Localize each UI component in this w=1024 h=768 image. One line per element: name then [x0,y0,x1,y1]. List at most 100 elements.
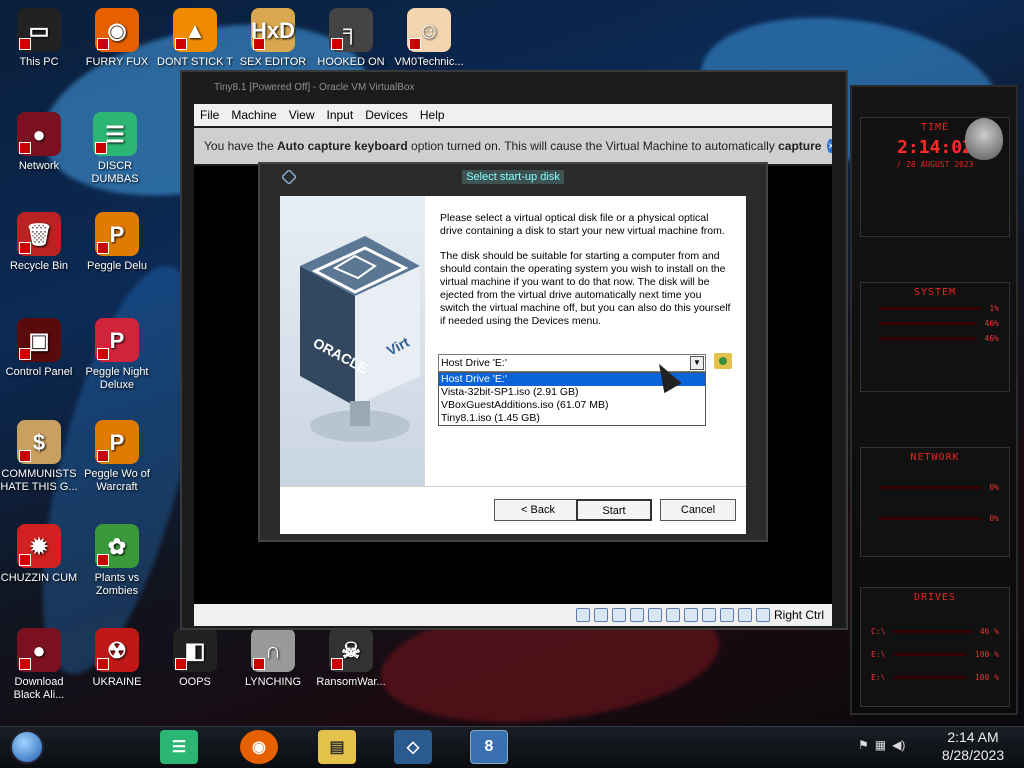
desktop-icon-network[interactable]: ● Network [0,112,78,173]
desktop-icon-peggle-nights[interactable]: P Peggle Night Deluxe [78,318,156,392]
dialog-title: Select start-up disk [462,170,564,184]
desktop-icon-furry-fux[interactable]: ◉ FURRY FUX [78,8,156,69]
firefox-icon: ◉ [95,8,139,52]
select-startup-disk-dialog[interactable]: Select start-up disk ORACLE Virt Please … [258,162,768,542]
desktop-icon-lynching[interactable]: ∩ LYNCHING [234,628,312,689]
back-button[interactable]: < Back [494,499,582,521]
desktop-icon-peggle-wow[interactable]: P Peggle Wo of Warcraft [78,420,156,494]
rope-icon: ∩ [251,628,295,672]
menu-file[interactable]: File [194,108,225,122]
dialog-body: ORACLE Virt Please select a virtual opti… [280,196,746,534]
network-icon: ● [17,112,61,156]
oops-icon: ◧ [173,628,217,672]
taskbar-firefox-icon[interactable]: ◉ [240,730,278,764]
network-panel: NETWORK 0% 0% [860,447,1010,557]
dialog-divider [280,486,746,487]
menu-view[interactable]: View [283,108,321,122]
audio-icon[interactable] [611,608,626,622]
computer-icon: ▭ [17,8,61,52]
hard-disk-icon[interactable] [575,608,590,622]
choose-disk-file-button[interactable] [714,353,732,369]
chevron-down-icon[interactable]: ▼ [690,356,704,370]
virtualbox-cube-icon: ORACLE Virt [300,236,420,442]
shared-folders-icon[interactable] [665,608,680,622]
peggle-wow-icon: P [95,420,139,464]
taskbar-clock[interactable]: 2:14 AM 8/28/2023 [930,728,1016,764]
system-monitor-gadget: TIME 2:14:02 / 28 AUGUST 2023 SYSTEM 1% … [850,85,1018,715]
network-status-icon[interactable]: ▦ [875,738,886,752]
desktop-icon-oops[interactable]: ◧ OOPS [156,628,234,689]
dialog-description: Please select a virtual optical disk fil… [440,212,732,328]
skull-icon: ☠ [329,628,373,672]
system-panel: SYSTEM 1% 46% 46% [860,282,1010,392]
doctor-icon: ☺ [407,8,451,52]
keyboard-capture-notice: You have the Auto capture keyboard optio… [194,128,832,164]
start-button[interactable] [10,730,44,764]
volume-icon[interactable]: ◀) [892,738,905,752]
desktop-icon-download-black-alien[interactable]: ● Download Black Ali... [0,628,78,702]
taskbar-chat-app-icon[interactable]: ☰ [160,730,198,764]
start-button[interactable]: Start [576,499,652,521]
radiation-icon: ☢ [95,628,139,672]
virtualbox-logo-art: ORACLE Virt [280,196,425,486]
trash-icon: 🗑 [17,212,61,256]
taskbar-tiny8-vm-icon[interactable]: 8 [470,730,508,764]
desktop-icon-this-pc[interactable]: ▭ This PC [0,8,78,69]
desktop-icon-dont-stick[interactable]: ▲ DONT STICK T [156,8,234,69]
flag-icon[interactable]: ⚑ [858,738,869,752]
taskbar-virtualbox-icon[interactable]: ◇ [394,730,432,764]
menu-help[interactable]: Help [414,108,451,122]
optical-drive-icon[interactable] [593,608,608,622]
dialog-titlebar[interactable]: Select start-up disk [260,164,766,190]
status-bar: Right Ctrl [194,604,832,626]
keyboard-capture-icon[interactable] [755,608,770,622]
alien-icon: ● [17,628,61,672]
clock-date: 8/28/2023 [941,747,1005,763]
hxd-icon: HxD [251,8,295,52]
menu-machine[interactable]: Machine [225,108,282,122]
desktop-icon-recycle-bin[interactable]: 🗑 Recycle Bin [0,212,78,273]
flower-icon: ✿ [95,524,139,568]
desktop-icon-communists[interactable]: $ COMMUNISTS HATE THIS G... [0,420,78,494]
chuzzle-icon: ✹ [17,524,61,568]
desktop-icon-ransomware[interactable]: ☠ RansomWar... [312,628,390,689]
recording-icon[interactable] [701,608,716,622]
virtualbox-icon [282,170,296,184]
menu-bar: File Machine View Input Devices Help [194,104,832,126]
hooked-icon: ╕ [329,8,373,52]
drives-panel: DRIVES C:\ 46 % E:\ 100 % E:\ 100 % [860,587,1010,707]
system-tray: ⚑ ▦ ◀) [858,738,905,752]
peggle-icon: P [95,212,139,256]
network-adapter-icon[interactable] [629,608,644,622]
cancel-button[interactable]: Cancel [660,499,736,521]
alienware-logo-icon [965,118,1003,160]
desktop-icon-discord[interactable]: ☰ DISCR DUMBAS [76,112,154,186]
host-key-label: Right Ctrl [773,608,824,622]
desktop-icon-chuzzin[interactable]: ✹ CHUZZIN CUM [0,524,78,585]
description-para-2: The disk should be suitable for starting… [440,250,731,327]
cpu-icon[interactable] [719,608,734,622]
clock-time: 2:14 AM [947,729,999,745]
combo-selected-value: Host Drive 'E:' [441,357,507,369]
dropdown-option[interactable]: VBoxGuestAdditions.iso (61.07 MB) [439,399,705,412]
close-notice-icon[interactable]: ✕ [827,139,832,153]
desktop-icon-hooked-on[interactable]: ╕ HOOKED ON [312,8,390,69]
usb-icon[interactable] [647,608,662,622]
dropdown-option[interactable]: Tiny8.1.iso (1.45 GB) [439,412,705,425]
description-para-1: Please select a virtual optical disk fil… [440,212,725,237]
peggle-night-icon: P [95,318,139,362]
control-panel-icon: ▣ [17,318,61,362]
money-bag-icon: $ [17,420,61,464]
menu-input[interactable]: Input [321,108,360,122]
desktop-icon-vm0technic[interactable]: ☺ VM0Technic... [390,8,468,69]
mouse-integration-icon[interactable] [737,608,752,622]
window-titlebar[interactable]: Tiny8.1 [Powered Off] - Oracle VM Virtua… [182,72,846,102]
taskbar-file-explorer-icon[interactable]: ▤ [318,730,356,764]
display-icon[interactable] [683,608,698,622]
desktop-icon-plants-vs-zombies[interactable]: ✿ Plants vs Zombies [78,524,156,598]
desktop-icon-ukraine[interactable]: ☢ UKRAINE [78,628,156,689]
menu-devices[interactable]: Devices [359,108,414,122]
desktop-icon-control-panel[interactable]: ▣ Control Panel [0,318,78,379]
desktop-icon-peggle-deluxe[interactable]: P Peggle Delu [78,212,156,273]
desktop-icon-sex-editor[interactable]: HxD SEX EDITOR [234,8,312,69]
